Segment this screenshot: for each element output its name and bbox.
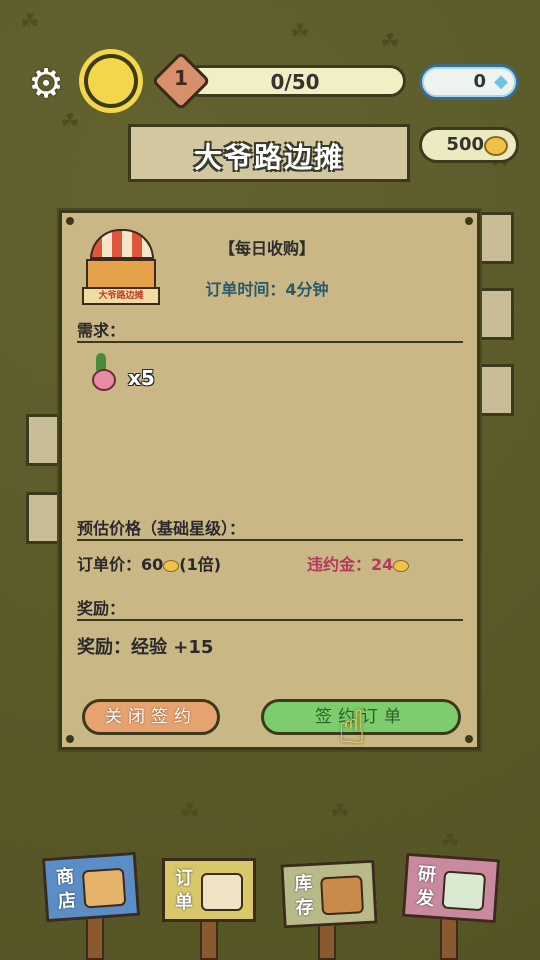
order-price-multiplier: (1倍): [179, 555, 222, 574]
trophy-side-button[interactable]: [478, 288, 514, 340]
coin-counter[interactable]: 500: [419, 127, 519, 163]
coin-count: 500: [446, 134, 484, 155]
nav-inventory-label: 库存: [293, 872, 315, 919]
shop-name-plate: 大爷路边摊: [128, 124, 410, 182]
exp-bar: 0/50: [184, 65, 406, 97]
exp-progress-text: 0/50: [270, 70, 320, 94]
divider: [77, 341, 463, 343]
nav-orders[interactable]: 订单: [162, 858, 256, 922]
level-number: 1: [174, 66, 188, 90]
clover-decoration: ☘: [180, 800, 200, 825]
settings-gear-icon[interactable]: ⚙: [24, 62, 68, 106]
clover-decoration: ☘: [60, 110, 80, 135]
gold-coin-icon: [393, 559, 410, 572]
dialog-corner: [465, 735, 473, 743]
divider: [77, 539, 463, 541]
add-side-button[interactable]: [26, 492, 62, 544]
clover-decoration: ☘: [290, 20, 310, 45]
order-dialog: 大爷路边摊 【每日收购】 订单时间：4分钟 需求： x5 预估价格（基础星级）：…: [59, 210, 480, 750]
dialog-corner: [66, 735, 74, 743]
penalty: 违约金：24: [307, 551, 410, 575]
divider: [77, 619, 463, 621]
nav-shop[interactable]: 商店: [41, 851, 141, 923]
vegetable-basket-icon: [320, 875, 365, 916]
shop-icon: [81, 867, 127, 909]
umbrella-icon: [90, 229, 154, 259]
level-progress: 0/50 1: [151, 51, 408, 111]
stall-sign: 大爷路边摊: [82, 287, 160, 305]
clipboard-icon: [201, 873, 243, 911]
shop-name: 大爷路边摊: [193, 141, 344, 174]
order-price-value: 订单价：60: [77, 555, 164, 574]
nav-research[interactable]: 研发: [401, 852, 501, 924]
reward-label: 奖励：: [77, 599, 126, 618]
camera-side-button[interactable]: [478, 212, 514, 264]
radish-icon: [90, 353, 116, 391]
order-time: 订单时间：4分钟: [205, 280, 329, 299]
pointer-hand-icon: ☝: [338, 700, 367, 754]
plant-side-button[interactable]: [26, 414, 62, 466]
dialog-corner: [465, 217, 473, 225]
diamond-counter[interactable]: 0 ◆: [419, 64, 519, 100]
gold-coin-icon: [163, 559, 180, 572]
clover-decoration: ☘: [20, 10, 40, 35]
demand-label: 需求：: [77, 321, 126, 340]
clover-decoration: ☘: [440, 830, 460, 855]
nav-inventory[interactable]: 库存: [280, 859, 378, 929]
weather-sun-icon[interactable]: [88, 58, 134, 104]
diamond-count: 0: [473, 71, 486, 92]
diamond-icon: ◆: [494, 71, 508, 92]
clover-decoration: ☘: [330, 800, 350, 825]
radish-root: [92, 369, 116, 391]
nav-research-label: 研发: [415, 863, 437, 910]
gold-coin-icon: [484, 136, 508, 156]
estimate-label: 预估价格（基础星级）：: [77, 519, 246, 538]
flask-icon: [441, 870, 487, 912]
nav-orders-label: 订单: [175, 868, 193, 913]
stall-illustration: 大爷路边摊: [82, 229, 160, 305]
close-contract-button[interactable]: 关闭签约: [82, 699, 220, 735]
clover-decoration: ☘: [380, 30, 400, 55]
demand-quantity: x5: [128, 366, 155, 390]
order-price: 订单价：60 (1倍): [77, 551, 221, 575]
cart-icon: [86, 259, 156, 289]
reward-value: 奖励：经验 +15: [77, 637, 214, 658]
ranking-side-button[interactable]: [478, 364, 514, 416]
nav-shop-label: 商店: [55, 866, 77, 913]
dialog-corner: [66, 217, 74, 225]
penalty-value: 违约金：24: [307, 555, 394, 574]
dialog-title: 【每日收购】: [218, 239, 315, 258]
